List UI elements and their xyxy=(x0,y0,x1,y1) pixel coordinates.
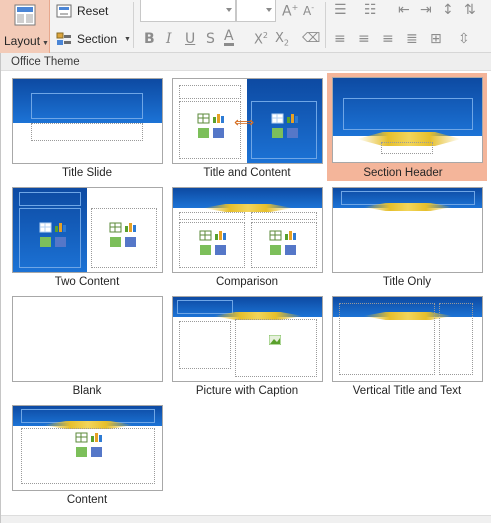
reset-icon xyxy=(56,4,72,18)
layout-thumbnail xyxy=(12,296,163,382)
theme-header: Office Theme xyxy=(1,53,491,71)
layout-title-only[interactable]: Title Only xyxy=(321,186,483,294)
italic-icon[interactable]: I xyxy=(166,31,172,47)
layout-label: Vertical Title and Text xyxy=(352,385,462,397)
section-button-label: Section xyxy=(77,32,118,46)
reset-button[interactable]: Reset xyxy=(56,1,108,21)
chevron-down-icon: ▼ xyxy=(124,35,131,43)
subscript-icon[interactable]: X2 xyxy=(275,31,289,48)
decrease-indent-icon[interactable]: ⇤ xyxy=(398,2,410,18)
section-button[interactable]: Section ▼ xyxy=(56,29,131,49)
increase-font-size-icon[interactable]: A+ xyxy=(282,3,298,20)
layout-thumbnail xyxy=(172,296,323,382)
layout-content[interactable]: Content xyxy=(1,404,163,512)
shadow-text-icon[interactable]: S xyxy=(206,31,215,47)
layout-comparison[interactable]: Comparison xyxy=(161,186,323,294)
layout-label: Content xyxy=(66,494,108,506)
align-right-icon[interactable]: ≡ xyxy=(382,31,394,47)
layout-thumbnail: ⟺ xyxy=(172,78,323,164)
chevron-down-icon xyxy=(226,8,232,12)
layout-section-header[interactable]: Section Header xyxy=(327,73,487,181)
layout-thumbnail xyxy=(332,296,483,382)
layout-thumbnail xyxy=(12,78,163,164)
gallery-resize-bar[interactable] xyxy=(1,515,491,523)
layout-button[interactable]: Layout ▼ xyxy=(0,0,50,53)
content-placeholder-icon xyxy=(75,432,102,457)
columns-icon[interactable]: ⊞ xyxy=(430,31,442,47)
divider xyxy=(133,2,134,48)
layout-label: Title and Content xyxy=(203,167,291,179)
layout-two-content[interactable]: Two Content xyxy=(1,186,163,294)
layout-blank[interactable]: Blank xyxy=(1,295,163,403)
align-text-icon[interactable]: ⇳ xyxy=(458,31,470,47)
content-placeholder-icon xyxy=(39,222,66,247)
layout-label: Picture with Caption xyxy=(195,385,299,397)
layout-icon xyxy=(14,4,36,26)
layout-label: Title Only xyxy=(382,276,432,288)
chevron-down-icon: ▼ xyxy=(42,40,49,47)
content-placeholder-icon xyxy=(197,113,224,138)
picture-placeholder-icon xyxy=(269,335,281,345)
double-arrow-icon: ⟺ xyxy=(234,115,255,131)
content-placeholder-icon xyxy=(271,113,298,138)
layout-label: Title Slide xyxy=(61,167,113,179)
layout-label: Comparison xyxy=(216,276,278,288)
layout-gallery: Office Theme Title Slide ⟺ Title and Con… xyxy=(0,53,491,523)
divider xyxy=(325,2,326,48)
content-placeholder-icon xyxy=(269,230,296,255)
section-icon xyxy=(56,32,71,45)
clear-formatting-icon[interactable]: ⌫ xyxy=(302,31,320,46)
layout-title-and-content[interactable]: ⟺ Title and Content xyxy=(161,77,323,185)
align-left-icon[interactable]: ≡ xyxy=(334,31,346,47)
underline-icon[interactable]: U xyxy=(185,31,195,47)
ribbon-home-strip: Layout ▼ Reset Section ▼ A+ A- B I U S A … xyxy=(0,0,491,53)
font-size-dropdown[interactable] xyxy=(236,0,276,22)
font-name-dropdown[interactable] xyxy=(140,0,236,22)
bold-icon[interactable]: B xyxy=(144,31,155,47)
line-spacing-icon[interactable]: ↕ xyxy=(442,2,454,18)
layout-label: Blank xyxy=(72,385,102,397)
layout-title-slide[interactable]: Title Slide xyxy=(1,77,163,185)
layout-picture-with-caption[interactable]: Picture with Caption xyxy=(161,295,323,403)
justify-icon[interactable]: ≣ xyxy=(406,31,418,47)
layout-thumbnail xyxy=(332,77,483,163)
text-direction-icon[interactable]: ⇅ xyxy=(464,2,476,18)
layout-label: Two Content xyxy=(54,276,120,288)
layout-thumbnail xyxy=(12,405,163,491)
layout-thumbnail xyxy=(332,187,483,273)
layout-label: Section Header xyxy=(363,167,443,179)
content-placeholder-icon xyxy=(109,222,136,247)
bullets-icon[interactable]: ☰ xyxy=(334,2,347,18)
chevron-down-icon xyxy=(266,8,272,12)
numbering-icon[interactable]: ☷ xyxy=(364,2,377,18)
superscript-icon[interactable]: X2 xyxy=(254,31,268,47)
layout-thumbnail xyxy=(172,187,323,273)
reset-button-label: Reset xyxy=(77,4,109,18)
layout-vertical-title-and-text[interactable]: Vertical Title and Text xyxy=(321,295,483,403)
decrease-font-size-icon[interactable]: A- xyxy=(303,3,314,18)
align-center-icon[interactable]: ≡ xyxy=(358,31,370,47)
layout-button-label: Layout xyxy=(4,34,41,48)
content-placeholder-icon xyxy=(199,230,226,255)
layout-thumbnail xyxy=(12,187,163,273)
font-color-icon[interactable]: A xyxy=(224,29,234,46)
increase-indent-icon[interactable]: ⇥ xyxy=(420,2,432,18)
